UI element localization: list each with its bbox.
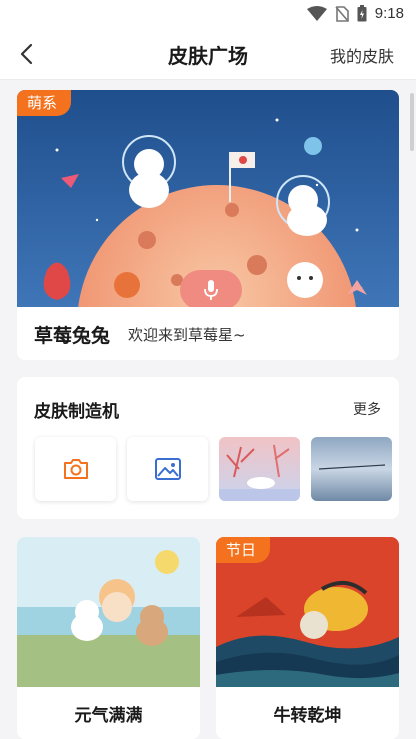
featured-skin-card[interactable]: 萌系 草莓兔兔 欢迎来到草莓星~ bbox=[17, 90, 399, 360]
skin-description: 欢迎来到草莓星~ bbox=[128, 326, 246, 344]
category-tag: 萌系 bbox=[17, 90, 72, 116]
image-icon bbox=[154, 458, 181, 480]
more-link[interactable]: 更多 bbox=[353, 399, 381, 419]
status-time: 9:18 bbox=[374, 5, 404, 22]
preset-wallpaper-1[interactable] bbox=[219, 437, 300, 501]
nav-bar: 皮肤广场 我的皮肤 bbox=[0, 28, 416, 80]
status-bar: 9:18 bbox=[0, 0, 416, 28]
skin-name: 草莓兔兔 bbox=[34, 325, 111, 347]
no-sim-icon bbox=[335, 5, 349, 22]
skin-card-2[interactable]: 节日 牛转乾坤 bbox=[216, 537, 399, 739]
featured-skin-image bbox=[17, 90, 399, 307]
my-skins-link[interactable]: 我的皮肤 bbox=[330, 43, 394, 67]
skin-maker-card: 皮肤制造机 更多 bbox=[17, 377, 399, 519]
gallery-button[interactable] bbox=[127, 437, 208, 501]
status-icons: 9:18 bbox=[306, 5, 404, 22]
scrollbar[interactable] bbox=[410, 93, 414, 151]
camera-icon bbox=[63, 459, 88, 479]
skin-card-1[interactable]: 元气满满 bbox=[17, 537, 200, 739]
wifi-icon bbox=[306, 5, 327, 21]
skin-card-label: 元气满满 bbox=[74, 706, 143, 726]
category-tag: 节日 bbox=[216, 537, 271, 563]
preset-wallpaper-2[interactable] bbox=[311, 437, 392, 501]
battery-icon bbox=[357, 5, 367, 22]
section-title: 皮肤制造机 bbox=[34, 402, 119, 422]
skin-card-label: 牛转乾坤 bbox=[273, 706, 342, 726]
microphone-icon bbox=[204, 280, 218, 300]
microphone-button-preview bbox=[180, 270, 242, 307]
camera-button[interactable] bbox=[35, 437, 116, 501]
skin-card-image bbox=[17, 537, 200, 687]
